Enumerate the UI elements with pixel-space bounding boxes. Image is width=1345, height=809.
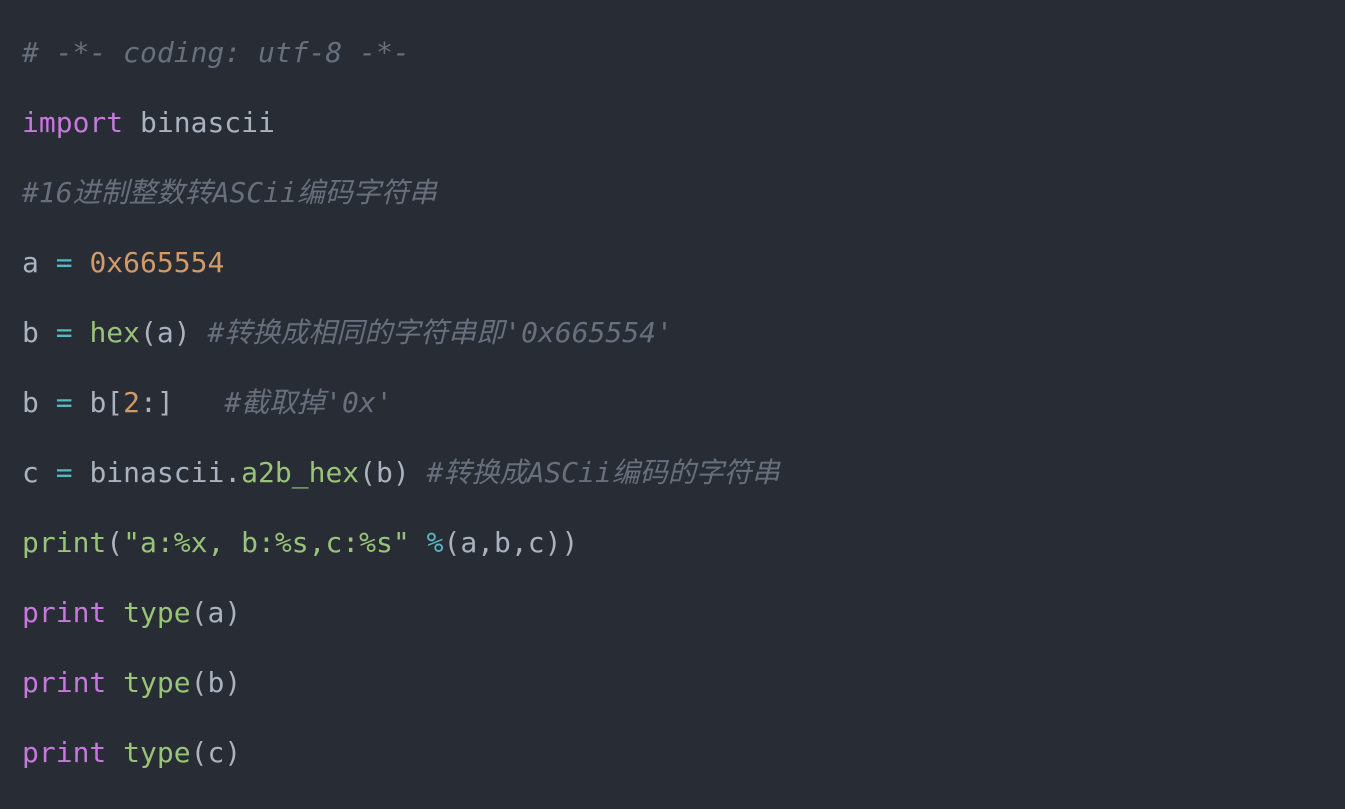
code-line: import binascii [22, 106, 275, 139]
bracket-close: ] [157, 386, 174, 419]
variable: a [460, 526, 477, 559]
comment: # -*- coding: utf-8 -*- [22, 36, 410, 69]
paren-open: ( [191, 736, 208, 769]
variable: b [22, 316, 39, 349]
paren-close: ) [545, 526, 562, 559]
number-literal: 0x665554 [89, 246, 224, 279]
variable: b [89, 386, 106, 419]
keyword-print: print [22, 736, 106, 769]
paren-open: ( [191, 666, 208, 699]
variable: a [22, 246, 39, 279]
comment: #16进制整数转ASCii编码字符串 [22, 176, 437, 209]
variable: a [207, 596, 224, 629]
code-line: print type(c) [22, 736, 241, 769]
comma: , [477, 526, 494, 559]
operator: = [56, 316, 73, 349]
operator: = [56, 386, 73, 419]
paren-close: ) [561, 526, 578, 559]
object: binascii [89, 456, 224, 489]
variable: c [22, 456, 39, 489]
paren-close: ) [174, 316, 191, 349]
paren-open: ( [359, 456, 376, 489]
method: a2b_hex [241, 456, 359, 489]
keyword-import: import [22, 106, 123, 139]
module-name: binascii [140, 106, 275, 139]
paren-open: ( [443, 526, 460, 559]
variable: b [207, 666, 224, 699]
paren-close: ) [224, 736, 241, 769]
paren-close: ) [224, 596, 241, 629]
comment: #转换成相同的字符串即'0x665554' [207, 316, 672, 349]
dot: . [224, 456, 241, 489]
builtin-func: hex [89, 316, 140, 349]
variable: c [207, 736, 224, 769]
colon: : [140, 386, 157, 419]
code-line: print type(a) [22, 596, 241, 629]
code-editor[interactable]: # -*- coding: utf-8 -*- import binascii … [0, 0, 1345, 806]
code-line: c = binascii.a2b_hex(b) #转换成ASCii编码的字符串 [22, 456, 780, 489]
keyword-print: print [22, 666, 106, 699]
comma: , [511, 526, 528, 559]
paren-open: ( [140, 316, 157, 349]
code-line: a = 0x665554 [22, 246, 224, 279]
builtin-func: type [123, 596, 190, 629]
operator: % [427, 526, 444, 559]
code-line: # -*- coding: utf-8 -*- [22, 36, 410, 69]
builtin-func: type [123, 666, 190, 699]
number-literal: 2 [123, 386, 140, 419]
code-line: #16进制整数转ASCii编码字符串 [22, 176, 437, 209]
variable: c [528, 526, 545, 559]
builtin-func: type [123, 736, 190, 769]
code-line: b = b[2:] #截取掉'0x' [22, 386, 393, 419]
operator: = [56, 456, 73, 489]
operator: = [56, 246, 73, 279]
comment: #截取掉'0x' [224, 386, 392, 419]
bracket-open: [ [106, 386, 123, 419]
code-line: print type(b) [22, 666, 241, 699]
comment: #转换成ASCii编码的字符串 [427, 456, 780, 489]
keyword-print: print [22, 596, 106, 629]
variable: b [494, 526, 511, 559]
paren-open: ( [191, 596, 208, 629]
builtin-func: print [22, 526, 106, 559]
paren-open: ( [106, 526, 123, 559]
string-literal: "a:%x, b:%s,c:%s" [123, 526, 410, 559]
paren-close: ) [224, 666, 241, 699]
variable: a [157, 316, 174, 349]
code-line: print("a:%x, b:%s,c:%s" %(a,b,c)) [22, 526, 578, 559]
paren-close: ) [393, 456, 410, 489]
code-line: b = hex(a) #转换成相同的字符串即'0x665554' [22, 316, 673, 349]
variable: b [376, 456, 393, 489]
variable: b [22, 386, 39, 419]
